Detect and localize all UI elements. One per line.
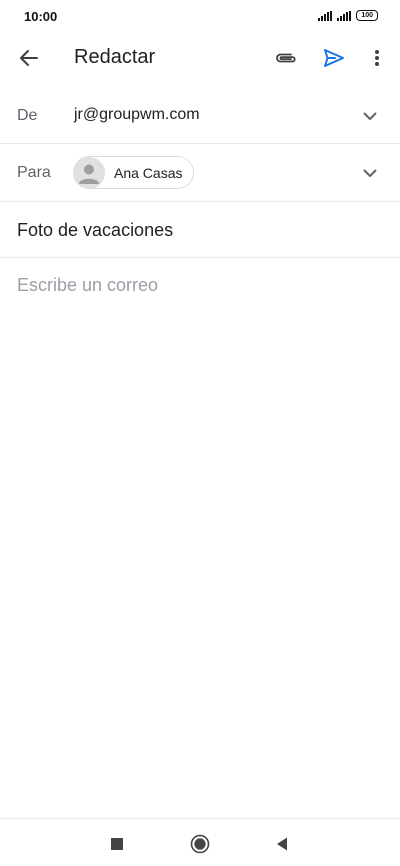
home-button[interactable] [183, 829, 217, 859]
person-icon [79, 164, 99, 184]
status-time: 10:00 [24, 9, 58, 24]
triangle-back-icon [277, 837, 287, 851]
back-arrow-icon [20, 50, 38, 66]
status-icons: 100 [318, 10, 378, 21]
to-expand-button[interactable] [358, 161, 382, 185]
chevron-down-icon [363, 112, 377, 120]
from-label: De [17, 107, 38, 124]
from-account[interactable]: jr@groupwm.com [74, 106, 200, 124]
recipient-chip[interactable]: Ana Casas [73, 156, 195, 189]
from-row: De jr@groupwm.com [0, 88, 400, 144]
signal-icon [318, 10, 333, 21]
system-back-button[interactable] [265, 829, 299, 859]
avatar [73, 156, 105, 189]
subject-row: Foto de vacaciones [0, 202, 400, 258]
recents-button[interactable] [100, 829, 134, 859]
attach-button[interactable] [270, 44, 302, 72]
status-bar: 10:00 100 [0, 0, 400, 34]
to-row: Para Ana Casas [0, 144, 400, 202]
system-nav-bar [0, 818, 400, 866]
page-title: Redactar [74, 46, 156, 68]
square-recents-icon [111, 838, 123, 850]
body-field[interactable]: Escribe un correo [17, 275, 383, 795]
signal-icon [337, 10, 352, 21]
back-button[interactable] [14, 44, 44, 72]
to-label: Para [17, 164, 51, 181]
from-expand-button[interactable] [358, 104, 382, 128]
more-vert-icon [375, 50, 379, 66]
paperclip-icon [276, 53, 296, 63]
circle-home-icon [190, 834, 210, 854]
recipient-name: Ana Casas [114, 164, 183, 181]
battery-icon: 100 [356, 10, 378, 21]
more-options-button[interactable] [364, 44, 390, 72]
subject-field[interactable]: Foto de vacaciones [17, 220, 173, 241]
send-button[interactable] [318, 44, 350, 72]
chevron-down-icon [363, 169, 377, 177]
send-icon [324, 49, 344, 67]
app-bar: Redactar [0, 34, 400, 82]
